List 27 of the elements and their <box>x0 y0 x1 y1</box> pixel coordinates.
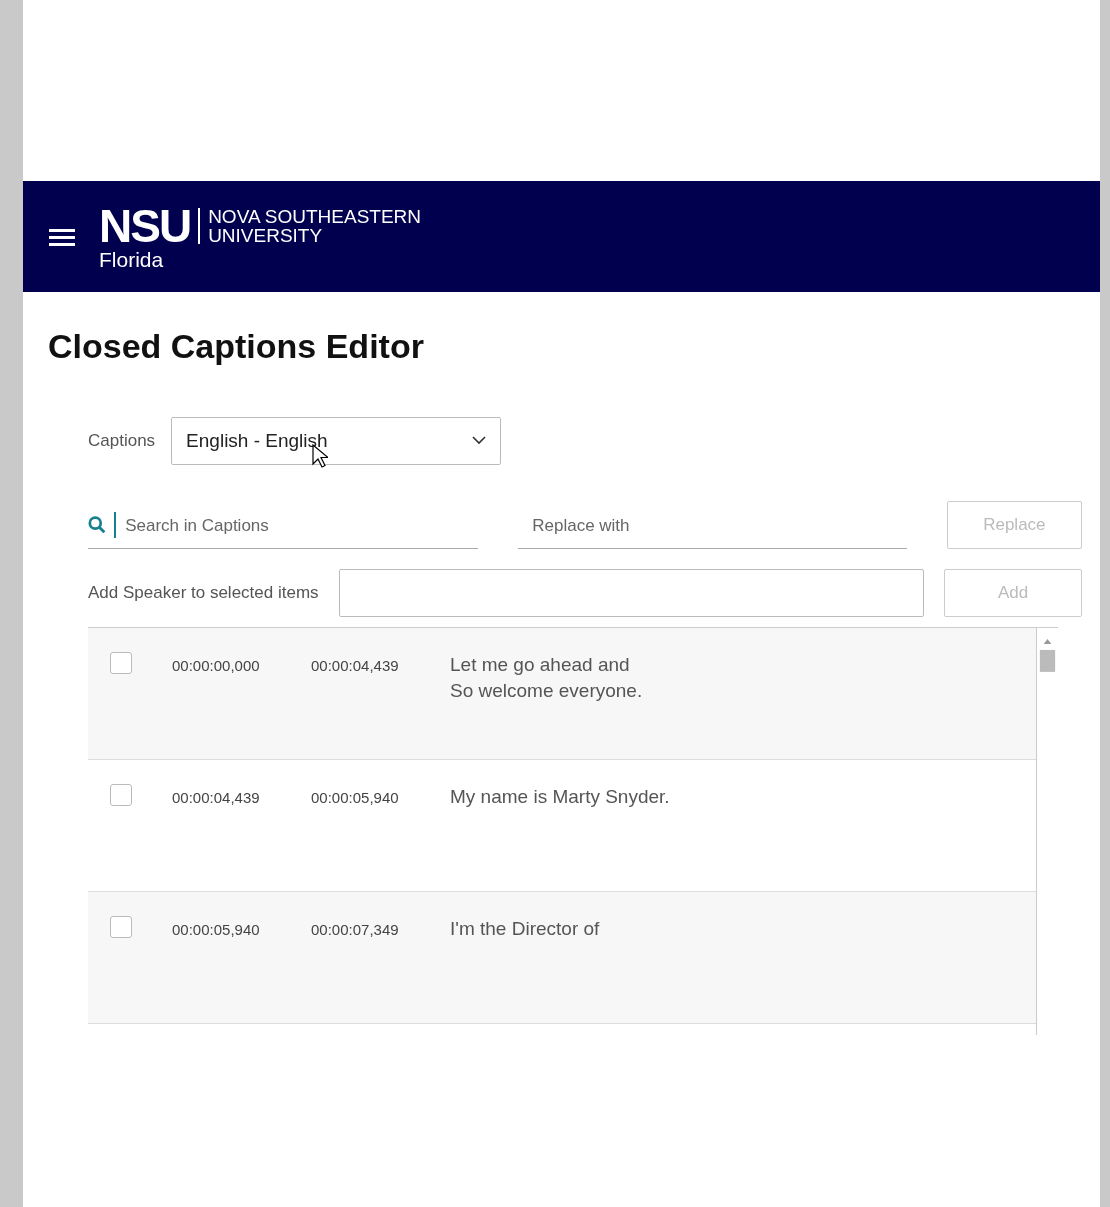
end-time: 00:00:07,349 <box>311 919 400 940</box>
captions-label: Captions <box>88 430 156 453</box>
university-name: NOVA SOUTHEASTERN UNIVERSITY <box>208 207 422 245</box>
start-time: 00:00:05,940 <box>172 919 261 940</box>
start-time: 00:00:04,439 <box>172 787 261 808</box>
logo-subtitle: Florida <box>99 249 165 270</box>
search-field[interactable]: Search in Captions <box>123 511 479 540</box>
row-checkbox[interactable] <box>110 651 132 674</box>
speaker-label: Add Speaker to selected items <box>88 582 319 605</box>
captions-dropdown[interactable]: English - English <box>171 416 502 465</box>
menu-icon[interactable] <box>49 226 75 247</box>
caption-text[interactable]: Let me go ahead and So welcome everyone. <box>450 651 643 704</box>
end-time: 00:00:05,940 <box>311 787 400 808</box>
scrollbar[interactable] <box>1036 627 1058 1035</box>
search-icon <box>88 515 107 536</box>
row-checkbox[interactable] <box>110 783 132 806</box>
page-title: Closed Captions Editor <box>48 326 425 367</box>
logo-divider <box>198 208 201 244</box>
row-checkbox[interactable] <box>110 915 132 938</box>
caption-text[interactable]: My name is Marty Snyder. <box>450 783 670 810</box>
speaker-input-field[interactable] <box>338 568 924 617</box>
start-time: 00:00:00,000 <box>172 655 261 676</box>
logo-mark: NSU <box>99 203 191 249</box>
caption-text[interactable]: I'm the Director of <box>450 915 600 942</box>
replace-field[interactable]: Replace with <box>530 511 907 540</box>
chevron-down-icon <box>472 436 487 446</box>
end-time: 00:00:04,439 <box>311 655 400 676</box>
